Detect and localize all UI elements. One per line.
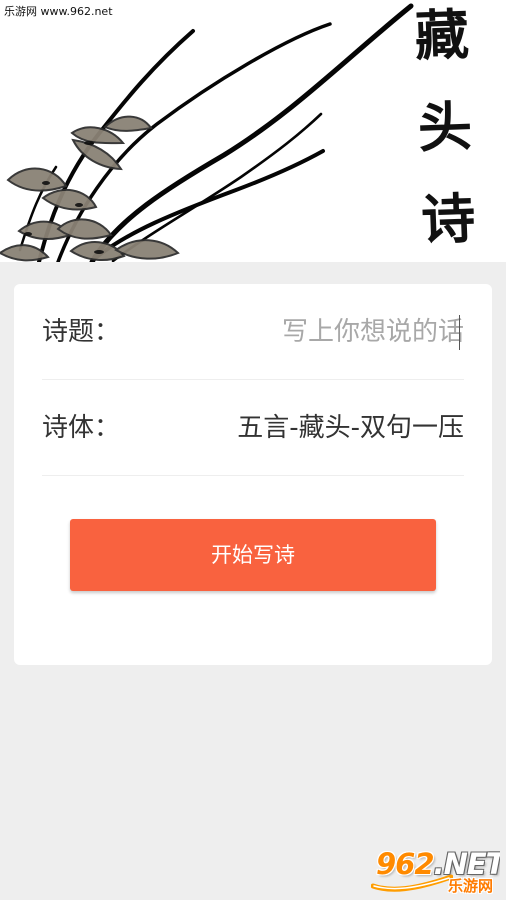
- title-character: 藏: [413, 2, 470, 68]
- site-watermark-text: 乐游网 www.962.net: [4, 5, 113, 18]
- poem-title-row: 诗题：: [42, 284, 464, 380]
- logo-swoosh-icon: [371, 874, 453, 892]
- poem-generator-screen: 乐游网 www.962.net 藏 头 诗 诗题： 写上你想说的话 诗体： 五言…: [0, 0, 506, 900]
- watermark-logo-background: 962.NET 乐游网: [368, 848, 500, 896]
- vertical-poem-title: 藏 头 诗: [400, 1, 491, 254]
- title-character: 头: [416, 94, 474, 160]
- poem-header-banner: 乐游网 www.962.net 藏 头 诗: [0, 0, 506, 262]
- poem-title-input[interactable]: [204, 310, 464, 354]
- 962-net-logo-icon: 962.NET 乐游网: [368, 848, 500, 896]
- poem-style-label: 诗体：: [42, 413, 121, 443]
- start-writing-button[interactable]: 开始写诗: [70, 519, 436, 591]
- watermark-logo-chinese: 乐游网: [447, 877, 493, 895]
- poem-style-row[interactable]: 诗体： 五言-藏头-双句一压: [42, 380, 464, 476]
- text-cursor: [459, 315, 460, 350]
- title-character: 诗: [420, 186, 477, 252]
- poem-title-label: 诗题：: [42, 317, 121, 347]
- poem-options-card: 诗题： 诗体： 五言-藏头-双句一压 开始写诗: [14, 284, 492, 665]
- poem-style-selector[interactable]: 五言-藏头-双句一压: [237, 408, 464, 448]
